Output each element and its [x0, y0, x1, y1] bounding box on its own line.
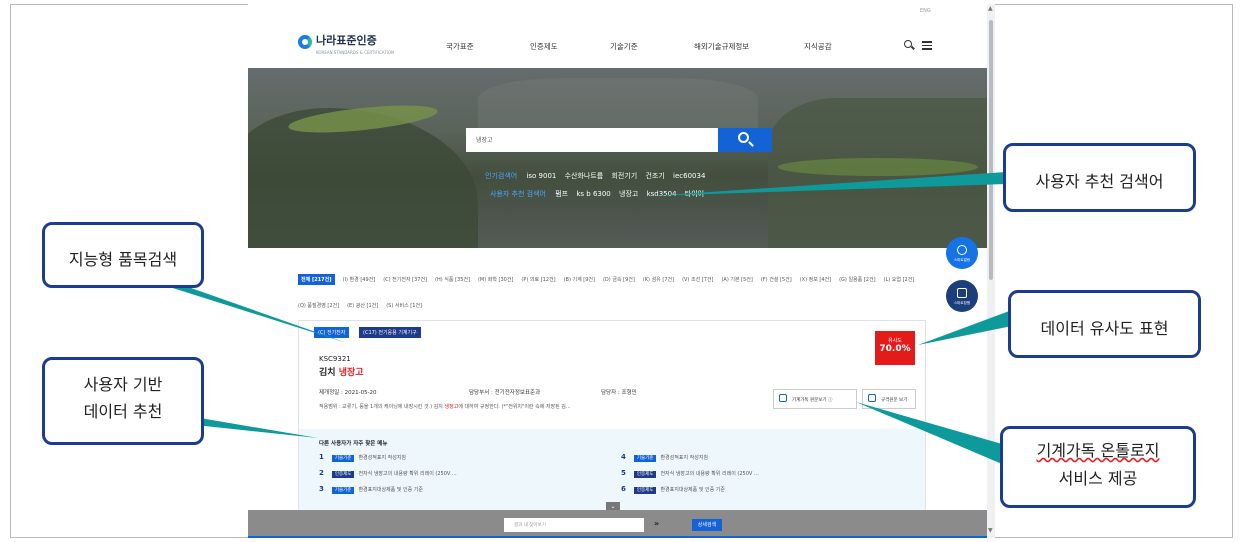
callout-text: 지능형 품목검색	[68, 250, 178, 269]
callout-user-recommendation: 사용자 기반데이터 추천	[42, 357, 204, 445]
callout-similarity: 데이터 유사도 표현	[1008, 290, 1201, 358]
pointer-ontology	[856, 402, 1002, 464]
callout-text: 사용자 추천 검색어	[1035, 172, 1164, 191]
callout-recommended-keywords: 사용자 추천 검색어	[1003, 143, 1196, 212]
pointer-category-filter	[160, 282, 347, 343]
pointer-recommendations	[186, 418, 318, 438]
callout-text-line2: 서비스 제공	[1058, 469, 1138, 488]
callout-text-line1: 사용자 기반	[83, 375, 163, 394]
callout-ontology-service: 기계가독 온톨로지서비스 제공	[1000, 426, 1196, 508]
callout-text-line1: 기계가독 온톨로지	[1036, 441, 1160, 460]
callout-text-line2: 데이터 추천	[83, 402, 163, 421]
callout-intelligent-search: 지능형 품목검색	[42, 222, 204, 288]
callout-text: 데이터 유사도 표현	[1040, 319, 1169, 338]
pointer-recommended-keywords	[650, 172, 1006, 196]
pointer-similarity	[918, 310, 1012, 345]
